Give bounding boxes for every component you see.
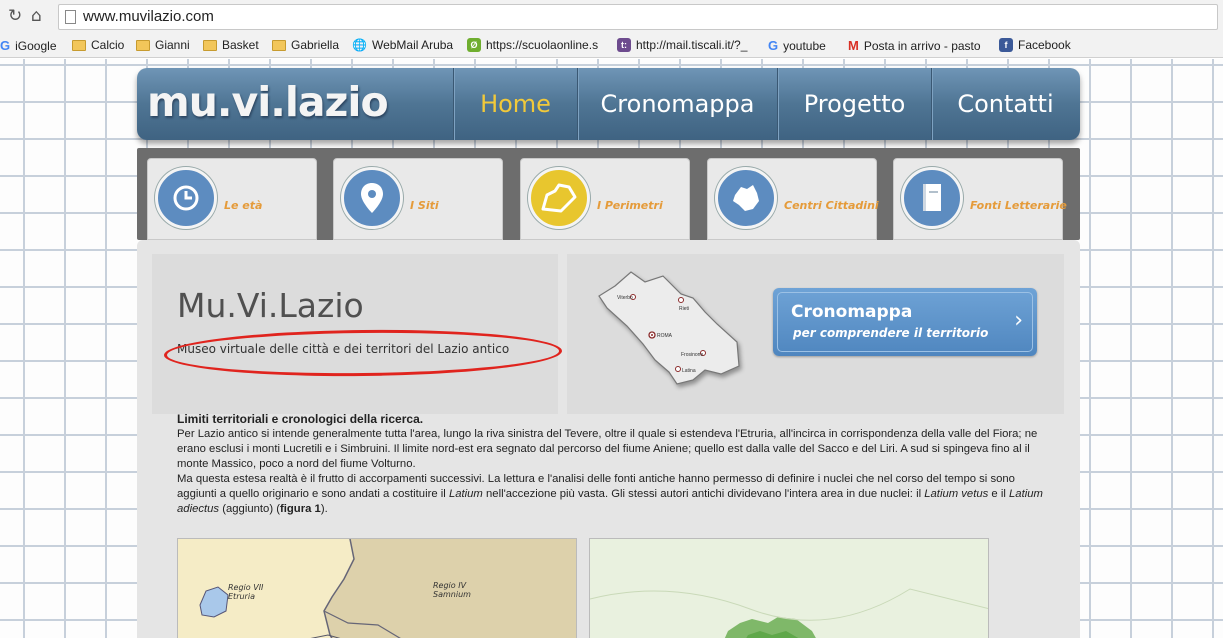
intro-box: Mu.Vi.Lazio Museo virtuale delle città e… — [152, 254, 563, 414]
menu-home[interactable]: Home — [453, 68, 577, 140]
bookmark-calcio[interactable]: Calcio — [72, 38, 124, 52]
perimeter-icon — [528, 167, 590, 229]
site-header: mu.vi.lazio Home Cronomappa Progetto Con… — [137, 68, 1080, 140]
tiscali-icon: t: — [617, 38, 631, 52]
cronomappa-button-subtitle: per comprendere il territorio — [793, 326, 989, 340]
red-highlight-oval — [163, 327, 563, 379]
figure-label: Regio IV — [433, 581, 467, 590]
figure-label: Samnium — [433, 590, 471, 599]
folder-icon — [203, 39, 217, 51]
bookmark-igoogle[interactable]: GiGoogle — [0, 38, 57, 53]
category-strip: Le età I Siti I Perimetri Centri Cittadi… — [137, 148, 1080, 240]
bookmark-webmail-aruba[interactable]: 🌐 WebMail Aruba — [352, 38, 453, 52]
article-heading: Limiti territoriali e cronologici della … — [177, 412, 424, 426]
reload-icon[interactable]: ↻ — [8, 6, 22, 26]
facebook-icon: f — [999, 38, 1013, 52]
browser-url-bar: ↻ ⌂ www.muvilazio.com — [0, 0, 1223, 34]
menu-contatti[interactable]: Contatti — [931, 68, 1079, 140]
aruba-icon: 🌐 — [352, 38, 367, 52]
menu-progetto[interactable]: Progetto — [777, 68, 931, 140]
figure-label: Regio VII — [228, 583, 264, 592]
address-input[interactable]: www.muvilazio.com — [58, 4, 1218, 30]
map-city-label: Rieti — [679, 306, 689, 312]
bookmarks-bar: GiGoogle Calcio Gianni Basket Gabriella … — [0, 34, 1223, 58]
category-label: Fonti Letterarie — [970, 199, 1067, 212]
category-i-siti[interactable]: I Siti — [333, 158, 503, 240]
category-i-perimetri[interactable]: I Perimetri — [520, 158, 690, 240]
folder-icon — [136, 39, 150, 51]
folder-icon — [272, 39, 286, 51]
figure-1-map[interactable]: Regio VII Etruria Regio IV Samnium — [177, 538, 577, 638]
cronomappa-button[interactable]: Cronomappa per comprendere il territorio… — [773, 288, 1037, 356]
bookmark-facebook[interactable]: f Facebook — [999, 38, 1071, 52]
bookmark-scuolaonline[interactable]: Øhttps://scuolaonline.s — [467, 38, 598, 52]
chevron-right-icon: › — [1014, 308, 1023, 333]
article-text: Limiti territoriali e cronologici della … — [177, 412, 1047, 517]
intro-title: Mu.Vi.Lazio — [177, 286, 364, 325]
main-content: Mu.Vi.Lazio Museo virtuale delle città e… — [137, 240, 1080, 638]
map-city-label: ROMA — [657, 333, 673, 339]
clock-icon — [155, 167, 217, 229]
cronomappa-button-title: Cronomappa — [791, 302, 913, 322]
bookmark-tiscali[interactable]: t: http://mail.tiscali.it/?_ — [617, 38, 747, 52]
category-centri-cittadini[interactable]: Centri Cittadini — [707, 158, 879, 240]
city-shape-icon — [715, 167, 777, 229]
category-fonti-letterarie[interactable]: Fonti Letterarie — [893, 158, 1067, 240]
bookmark-gianni[interactable]: Gianni — [136, 38, 190, 52]
menu-cronomappa[interactable]: Cronomappa — [577, 68, 777, 140]
article-paragraph-1: Per Lazio antico si intende generalmente… — [177, 428, 1038, 470]
home-icon[interactable]: ⌂ — [31, 6, 42, 26]
address-text: www.muvilazio.com — [83, 8, 214, 25]
figure-link[interactable]: figura 1 — [280, 503, 321, 515]
category-label: I Siti — [410, 199, 439, 212]
bookmark-gmail[interactable]: M Posta in arrivo - pasto — [848, 38, 981, 53]
map-city-label: Viterbo — [617, 295, 633, 301]
site-logo[interactable]: mu.vi.lazio — [147, 78, 389, 126]
page-icon — [65, 10, 76, 24]
gmail-icon: M — [848, 38, 859, 53]
bookmark-youtube[interactable]: Gyoutube — [768, 38, 826, 53]
figure-2-map[interactable] — [589, 538, 989, 638]
category-label: Le età — [224, 199, 263, 212]
figure-label: Etruria — [228, 592, 255, 601]
google-icon: G — [0, 38, 11, 53]
category-label: I Perimetri — [597, 199, 663, 212]
location-pin-icon — [341, 167, 403, 229]
lazio-map[interactable]: Viterbo Rieti ROMA Frosinone Latina — [593, 264, 753, 394]
category-label: Centri Cittadini — [784, 199, 879, 212]
category-le-eta[interactable]: Le età — [147, 158, 317, 240]
map-city-label: Latina — [682, 368, 696, 374]
bookmark-basket[interactable]: Basket — [203, 38, 259, 52]
page-background: mu.vi.lazio Home Cronomappa Progetto Con… — [0, 59, 1223, 638]
book-icon — [901, 167, 963, 229]
scuolaonline-icon: Ø — [467, 38, 481, 52]
google-icon: G — [768, 38, 779, 53]
map-city-label: Frosinone — [681, 352, 703, 358]
bookmark-gabriella[interactable]: Gabriella — [272, 38, 339, 52]
main-menu: Home Cronomappa Progetto Contatti — [453, 68, 1079, 140]
article-paragraph-2: Ma questa estesa realtà è il frutto di a… — [177, 473, 1043, 515]
map-box: Viterbo Rieti ROMA Frosinone Latina Cron… — [567, 254, 1064, 414]
folder-icon — [72, 39, 86, 51]
